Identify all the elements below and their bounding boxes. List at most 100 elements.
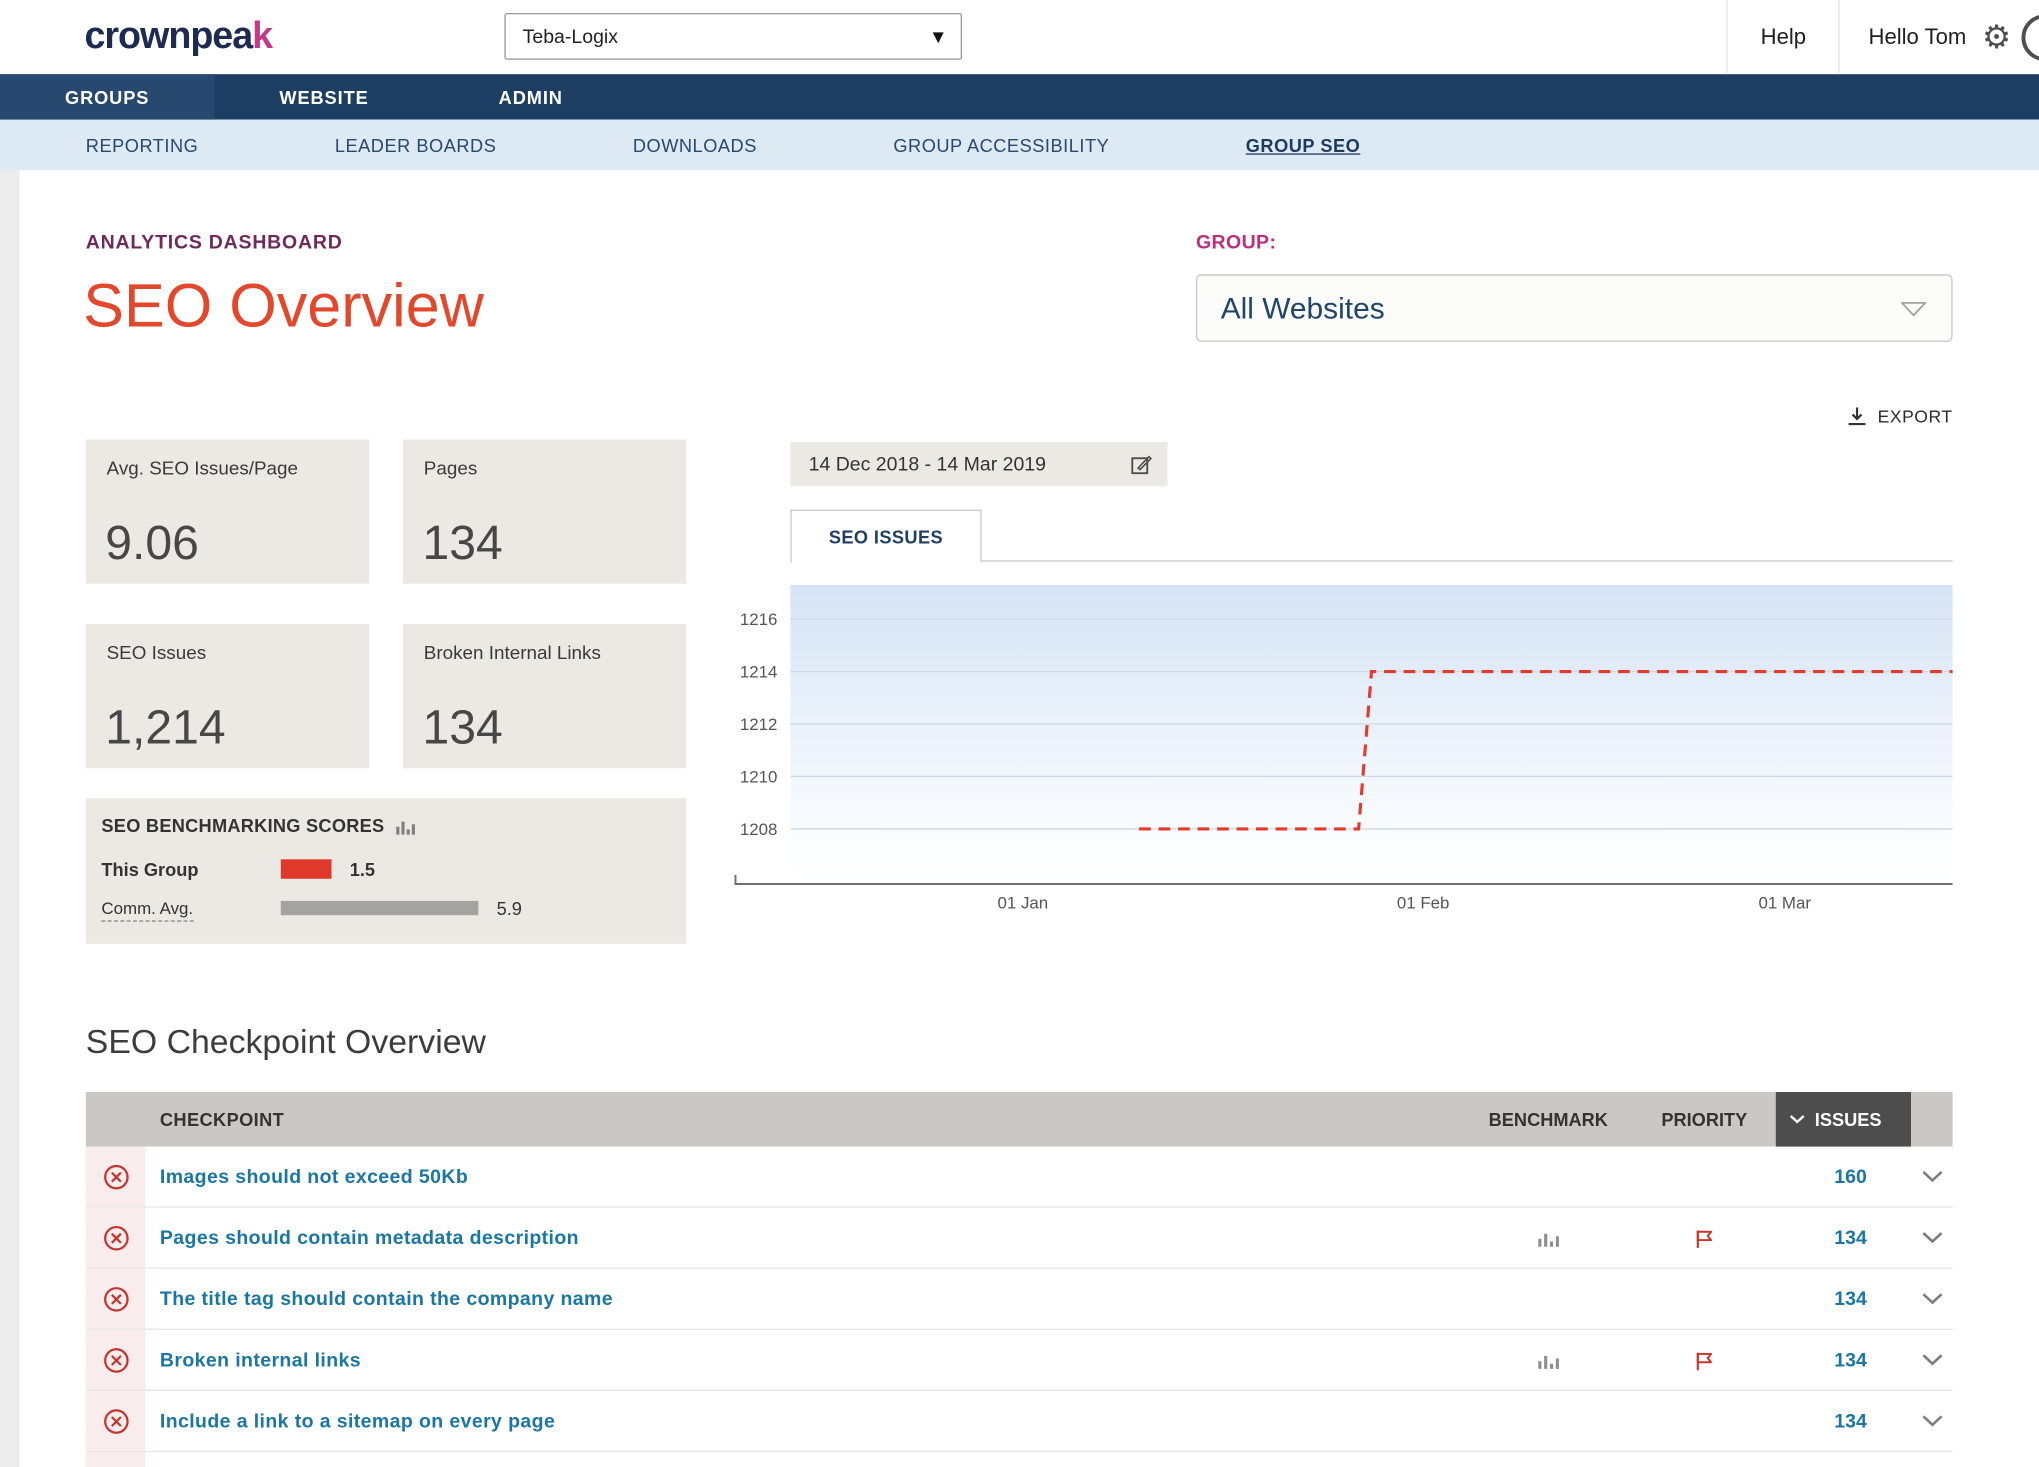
settings-gear-icon[interactable]: ⚙ [1972,21,2022,54]
status-cell [86,1269,146,1329]
stat-card-broken-internal-links: Broken Internal Links 134 [403,624,686,768]
benchmark-cell [1464,1330,1633,1390]
expand-row-chevron-icon[interactable] [1921,1170,1943,1183]
header-issues-sort[interactable]: ISSUES [1776,1092,1911,1147]
benchmark-row-value: 1.5 [350,859,375,880]
priority-cell [1633,1269,1776,1329]
top-bar: crownpeak Teba-Logix ▼ Help Hello Tom ⚙ [0,0,2039,74]
expand-row-chevron-icon[interactable] [1921,1231,1943,1244]
site-selector-dropdown[interactable]: Teba-Logix ▼ [504,13,962,60]
benchmark-cell [1464,1269,1633,1329]
expander-cell [1911,1208,1953,1268]
group-selector-value: All Websites [1221,291,1385,326]
group-label: GROUP: [1196,231,1276,253]
benchmarking-title: SEO BENCHMARKING SCORES [101,815,384,836]
benchmark-row-label: This Group [101,859,280,880]
benchmark-row-label: Comm. Avg. [101,898,280,918]
subnav-item-group-accessibility[interactable]: GROUP ACCESSIBILITY [893,135,1109,156]
benchmark-row-comm-avg: Comm. Avg. 5.9 [101,892,670,925]
logo-accent: k [252,16,272,58]
tab-seo-issues[interactable]: SEO ISSUES [790,510,981,563]
checkpoint-link[interactable]: The title tag should contain the company… [160,1288,613,1310]
error-circle-x-icon [102,1285,129,1312]
export-button[interactable]: EXPORT [1846,406,1952,427]
checkpoint-row: The title tag should contain the company… [86,1269,1953,1330]
priority-flag-icon [1693,1349,1716,1371]
checkpoint-row: Images should not exceed 50Kb 160 [86,1147,1953,1208]
benchmark-cell [1464,1147,1633,1207]
error-circle-x-icon [102,1346,129,1373]
logo-text: crownpea [85,16,253,58]
benchmark-row-value: 5.9 [497,898,522,919]
app-window: crownpeak Teba-Logix ▼ Help Hello Tom ⚙ … [0,0,2039,1467]
checkpoint-table-header: CHECKPOINT BENCHMARK PRIORITY ISSUES [86,1092,1953,1147]
checkpoint-link[interactable]: Include a link to a sitemap on every pag… [160,1410,555,1432]
content-outer: ANALYTICS DASHBOARD SEO Overview GROUP: … [0,170,2039,1467]
partial-circle-icon[interactable] [2021,14,2039,61]
nav-item-groups[interactable]: GROUPS [0,74,214,120]
checkpoint-link[interactable]: Images should not exceed 50Kb [160,1165,468,1187]
stats-grid: Avg. SEO Issues/Page 9.06 Pages 134 SEO … [86,439,687,768]
group-selector-dropdown[interactable]: All Websites [1196,274,1953,342]
svg-text:01 Jan: 01 Jan [997,894,1048,913]
expand-row-chevron-icon[interactable] [1921,1353,1943,1366]
checkpoint-rows: Images should not exceed 50Kb 160 [86,1147,1953,1467]
expander-cell [1911,1147,1953,1207]
checkpoint-row: Pages should contain metadata descriptio… [86,1208,1953,1269]
issues-count: 134 [1834,1288,1867,1310]
help-link[interactable]: Help [1727,0,1840,74]
expand-row-chevron-icon[interactable] [1921,1414,1943,1427]
stat-card-pages: Pages 134 [403,439,686,583]
checkpoint-link[interactable]: Broken internal links [160,1349,361,1371]
status-cell [86,1391,146,1451]
edit-date-range-icon[interactable] [1130,452,1153,475]
site-selector-value: Teba-Logix [523,25,618,47]
subnav-item-downloads[interactable]: DOWNLOADS [633,135,757,156]
chart-area: 1208121012121214121601 Jan01 Feb01 Mar [702,572,1958,927]
stat-label: Broken Internal Links [424,644,601,665]
status-cell [86,1208,146,1268]
stat-value: 134 [422,516,502,571]
nav-item-admin[interactable]: ADMIN [434,74,628,120]
stat-card-seo-issues: SEO Issues 1,214 [86,624,369,768]
issues-cell: 134 [1776,1330,1911,1390]
checkpoint-table: CHECKPOINT BENCHMARK PRIORITY ISSUES Ima… [86,1092,1953,1467]
page-title: SEO Overview [83,272,484,339]
date-range-value: 14 Dec 2018 - 14 Mar 2019 [809,453,1046,475]
benchmark-row-label-text: Comm. Avg. [101,898,193,921]
export-label: EXPORT [1878,406,1953,425]
error-circle-x-icon [102,1224,129,1251]
checkpoint-row: Broken internal links 134 [86,1330,1953,1391]
checkpoint-link[interactable]: Pages should contain metadata descriptio… [160,1227,579,1249]
svg-text:1210: 1210 [740,767,778,786]
svg-text:1212: 1212 [740,715,778,734]
header-benchmark: BENCHMARK [1464,1092,1633,1147]
nav-item-website[interactable]: WEBSITE [214,74,433,120]
subnav-item-reporting[interactable]: REPORTING [86,135,199,156]
svg-text:01 Mar: 01 Mar [1758,894,1811,913]
benchmark-icon [1537,1227,1560,1248]
subnav-item-leader-boards[interactable]: LEADER BOARDS [335,135,497,156]
issues-cell: 134 [1776,1391,1911,1451]
issues-cell [1776,1452,1911,1467]
expand-row-chevron-icon[interactable] [1921,1292,1943,1305]
stat-label: Avg. SEO Issues/Page [107,459,298,480]
crownpeak-logo: crownpeak [85,16,273,59]
content-panel: ANALYTICS DASHBOARD SEO Overview GROUP: … [20,170,2039,1467]
subnav-item-group-seo[interactable]: GROUP SEO [1246,135,1361,156]
sort-chevron-down-icon [1789,1114,1806,1124]
checkpoint-cell: Include a link to a sitemap on every pag… [146,1391,1464,1451]
error-circle-x-icon [102,1407,129,1434]
header-checkpoint: CHECKPOINT [146,1092,1464,1147]
stat-label: Pages [424,459,477,480]
checkpoint-section-title: SEO Checkpoint Overview [86,1022,486,1062]
benchmark-cell [1464,1452,1633,1467]
user-greeting[interactable]: Hello Tom [1840,24,1972,50]
issues-cell: 160 [1776,1147,1911,1207]
checkpoint-cell: The title tag should contain the company… [146,1269,1464,1329]
checkpoint-cell [146,1452,1464,1467]
expander-cell [1911,1269,1953,1329]
checkpoint-row: Include a link to a sitemap on every pag… [86,1391,1953,1452]
benchmarking-title-row: SEO BENCHMARKING SCORES [101,815,670,836]
header-issues-label: ISSUES [1815,1109,1882,1130]
